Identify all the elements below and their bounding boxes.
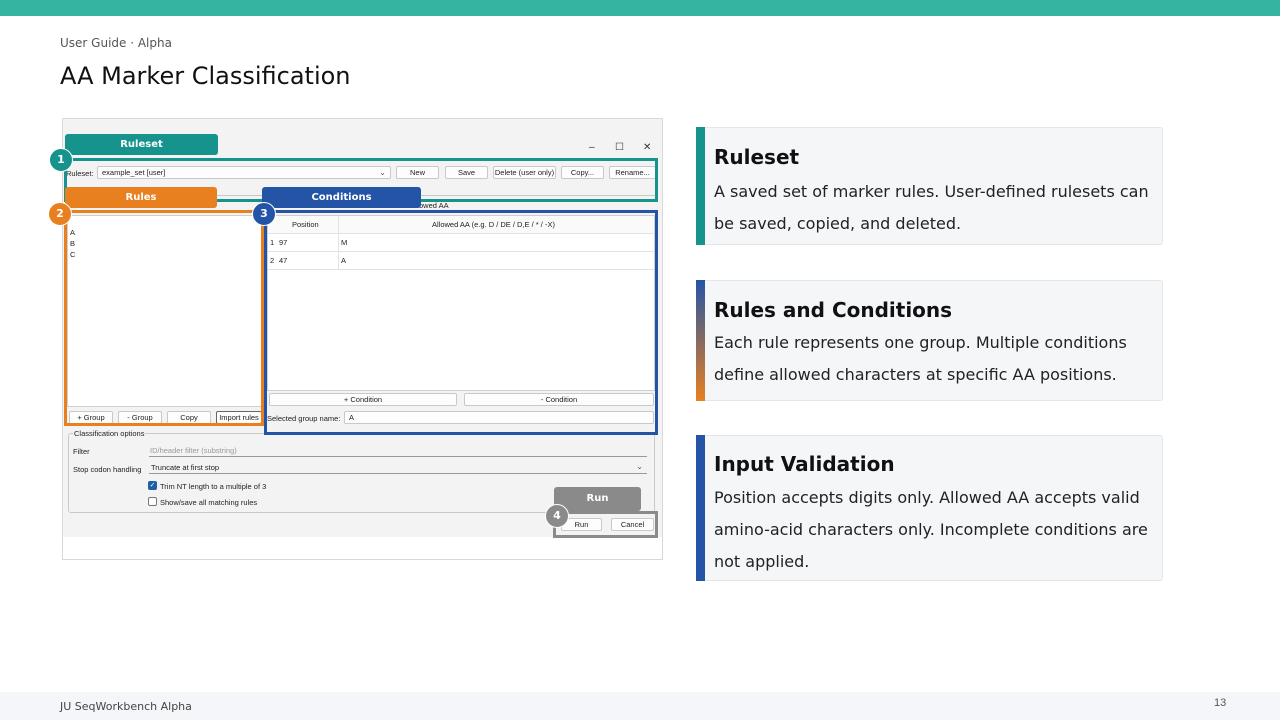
stop-codon-value: Truncate at first stop xyxy=(151,463,220,472)
rules-tag: Rules xyxy=(65,187,217,208)
trim-nt-checkbox[interactable]: ✓ xyxy=(148,481,157,490)
card-rules-conditions: Rules and Conditions Each rule represent… xyxy=(696,280,1163,401)
card-text-line: amino-acid characters only. Incomplete c… xyxy=(714,520,1148,539)
card-text-line: Each rule represents one group. Multiple… xyxy=(714,333,1127,352)
rules-highlight-box xyxy=(64,210,264,426)
card-text-line: be saved, copied, and deleted. xyxy=(714,214,962,233)
footer-bar xyxy=(0,692,1280,720)
card-title: Rules and Conditions xyxy=(714,298,953,322)
close-icon[interactable]: ✕ xyxy=(643,142,651,153)
slide-title: AA Marker Classification xyxy=(60,62,351,90)
card-accent-bar xyxy=(696,280,705,401)
ruleset-tag: Ruleset xyxy=(65,134,218,155)
card-text-line: not applied. xyxy=(714,552,810,571)
card-text-line: A saved set of marker rules. User-define… xyxy=(714,182,1149,201)
minimize-icon[interactable]: – xyxy=(589,142,595,153)
card-text-line: define allowed characters at specific AA… xyxy=(714,365,1117,384)
classification-options-legend: Classification options xyxy=(73,429,146,438)
allowed-aa-header-fragment: owed AA xyxy=(419,201,449,210)
slide-kicker: User Guide · Alpha xyxy=(60,36,172,50)
show-all-label: Show/save all matching rules xyxy=(160,498,258,507)
page-number: 13 xyxy=(1214,697,1227,709)
maximize-icon[interactable]: ☐ xyxy=(615,142,624,153)
badge-2: 2 xyxy=(48,202,72,226)
filter-label: Filter xyxy=(73,447,90,456)
conditions-highlight-box xyxy=(264,210,658,435)
badge-3: 3 xyxy=(252,202,276,226)
card-input-validation: Input Validation Position accepts digits… xyxy=(696,435,1163,581)
card-text-line: Position accepts digits only. Allowed AA… xyxy=(714,488,1140,507)
top-accent-bar xyxy=(0,0,1280,16)
card-title: Ruleset xyxy=(714,145,800,169)
card-accent-bar xyxy=(696,435,705,581)
run-tag: Run xyxy=(554,487,641,511)
card-accent-bar xyxy=(696,127,705,245)
card-ruleset: Ruleset A saved set of marker rules. Use… xyxy=(696,127,1163,245)
badge-4: 4 xyxy=(545,504,569,528)
footer-label: JU SeqWorkbench Alpha xyxy=(60,700,192,713)
trim-nt-label: Trim NT length to a multiple of 3 xyxy=(160,482,267,491)
show-all-checkbox[interactable] xyxy=(148,497,157,506)
chevron-down-icon: ⌄ xyxy=(636,462,643,471)
filter-placeholder: ID/header filter (substring) xyxy=(150,446,237,455)
filter-input[interactable]: ID/header filter (substring) xyxy=(149,445,647,457)
card-title: Input Validation xyxy=(714,452,895,476)
conditions-tag: Conditions xyxy=(262,187,421,208)
badge-1: 1 xyxy=(49,148,73,172)
stop-codon-select[interactable]: Truncate at first stop ⌄ xyxy=(149,462,647,474)
stop-codon-label: Stop codon handling xyxy=(73,465,142,474)
